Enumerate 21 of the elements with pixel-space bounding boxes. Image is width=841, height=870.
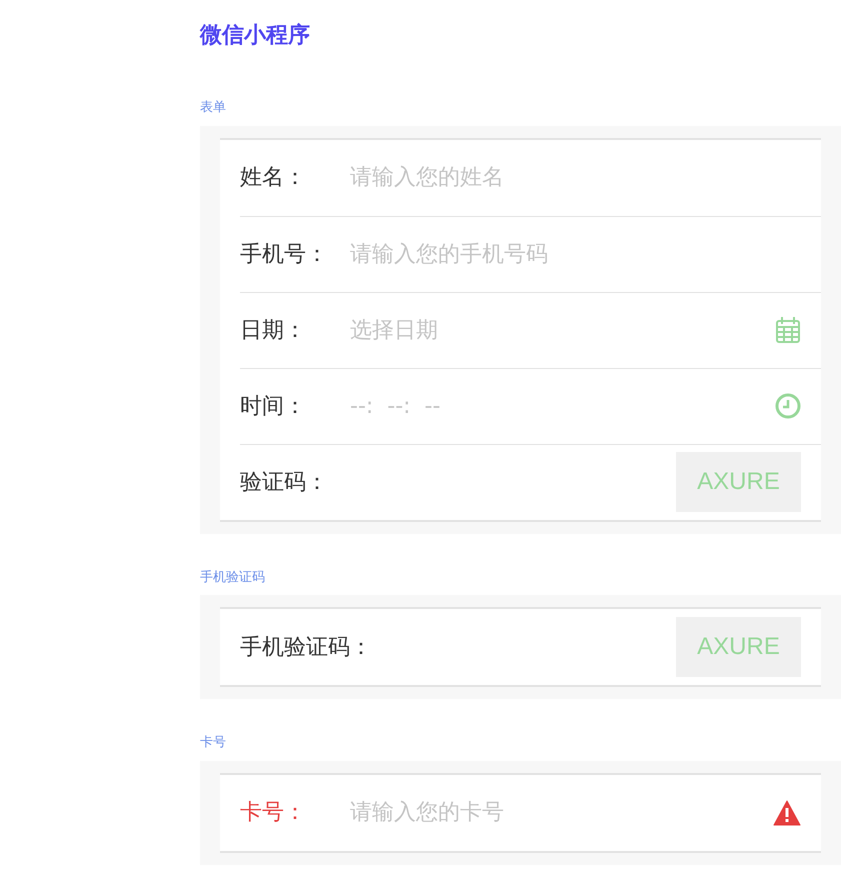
page-title: 微信小程序 [200, 22, 311, 50]
input-field[interactable]: --: --: -- [350, 390, 650, 422]
section-title: 手机验证码 [200, 568, 266, 586]
field-label: 手机号： [240, 240, 329, 268]
field-label: 姓名： [240, 164, 307, 192]
field-label: 手机验证码： [240, 634, 372, 662]
section-title: 表单 [200, 99, 227, 117]
input-field[interactable]: 请输入您的手机号码 [350, 238, 650, 270]
captcha-button[interactable]: AXURE [676, 452, 801, 512]
clock-icon [775, 393, 801, 419]
input-field[interactable]: 请输入您的卡号 [350, 796, 650, 829]
calendar-icon [775, 316, 801, 344]
warning-icon [773, 800, 801, 826]
input-field[interactable]: 请输入您的姓名 [350, 161, 650, 194]
input-field[interactable]: 选择日期 [350, 314, 650, 346]
field-label: 卡号： [240, 799, 307, 827]
captcha-button[interactable]: AXURE [676, 617, 801, 677]
field-label: 日期： [240, 316, 307, 344]
field-label: 时间： [240, 392, 307, 420]
section-title: 卡号 [200, 734, 227, 752]
field-label: 验证码： [240, 468, 328, 496]
